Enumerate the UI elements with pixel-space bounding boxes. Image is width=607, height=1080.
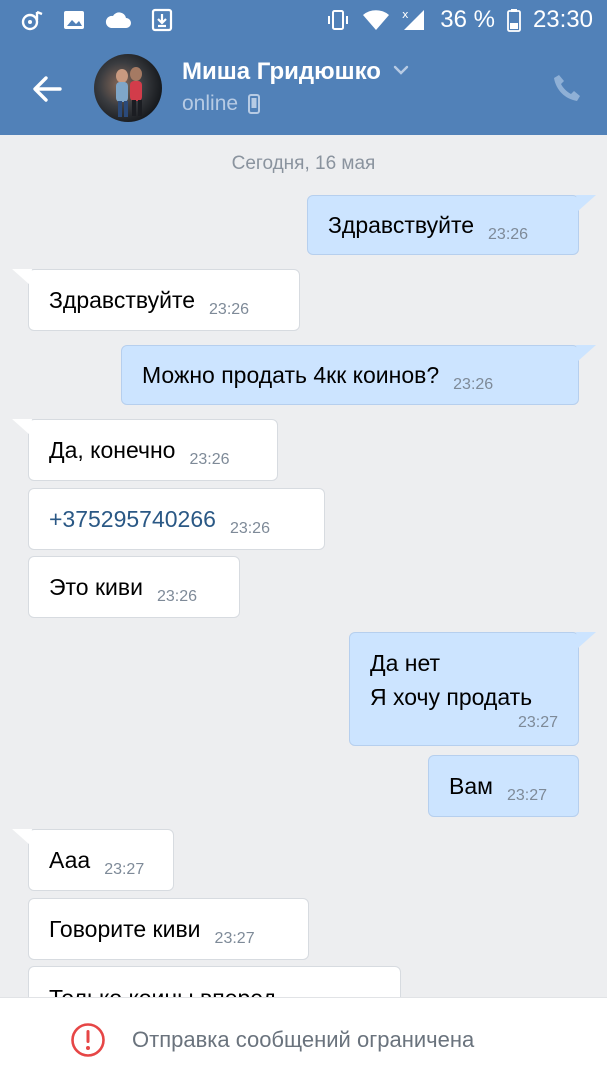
message-text: Здравствуйте: [328, 211, 475, 238]
signal-icon: x: [402, 8, 425, 30]
message-outgoing[interactable]: Здравствуйте 23:26: [307, 195, 579, 255]
message-text: Говорите киви: [49, 915, 201, 942]
download-icon: [151, 8, 173, 32]
message-time: 23:27: [104, 861, 145, 878]
messaging-restricted-notice: Отправка сообщений ограничена: [70, 1022, 474, 1058]
message-text: Вам: [449, 772, 493, 799]
bubble-tail: [576, 632, 596, 648]
presence-text: online: [182, 92, 239, 115]
image-icon: [64, 11, 84, 29]
status-bar-system: x 36 % 23:30: [326, 6, 593, 34]
phone-number-link[interactable]: +375295740266: [49, 506, 216, 533]
battery-icon: [507, 9, 521, 32]
message-text: Ааа: [49, 846, 91, 873]
message-time: 23:26: [209, 301, 250, 318]
message-outgoing[interactable]: Да нет Я хочу продать 23:27: [349, 632, 579, 746]
message-feed[interactable]: Сегодня, 16 мая Здравствуйте 23:26 Здрав…: [0, 135, 607, 997]
message-outgoing[interactable]: Вам 23:27: [428, 755, 579, 817]
avatar[interactable]: [94, 54, 162, 122]
alert-circle-icon: [71, 1023, 105, 1057]
bubble-tail: [12, 829, 32, 845]
message-time: 23:27: [517, 714, 558, 731]
top-bar: x 36 % 23:30 Миша Гридюшко online: [0, 0, 607, 135]
restriction-text: Отправка сообщений ограничена: [132, 1027, 475, 1052]
message-text: Можно продать 4кк коинов?: [142, 361, 440, 388]
cloud-icon: [105, 12, 131, 28]
svg-text:x: x: [402, 8, 409, 21]
vibrate-icon: [328, 10, 349, 30]
message-text: Только коины вперед: [49, 985, 276, 997]
message-text: Да, конечно: [49, 436, 176, 463]
wifi-icon: [363, 10, 390, 30]
bubble-tail: [12, 269, 32, 285]
chat-header: Миша Гридюшко online: [0, 42, 607, 135]
chevron-down-icon: [394, 65, 409, 75]
bottom-bar: Отправка сообщений ограничена: [0, 997, 607, 1080]
date-separator: Сегодня, 16 мая: [231, 153, 376, 174]
message-time: 23:27: [214, 930, 255, 947]
back-arrow-icon[interactable]: [30, 72, 64, 106]
avatar-photo: [116, 67, 142, 117]
message-incoming-phone-link[interactable]: +375295740266 23:26: [28, 488, 325, 550]
message-text: Это киви: [49, 573, 143, 600]
message-time: 23:27: [506, 787, 547, 804]
message-time: 23:26: [488, 226, 529, 243]
message-text: Здравствуйте: [49, 286, 196, 313]
contact-name-button[interactable]: Миша Гридюшко: [182, 58, 409, 86]
message-incoming[interactable]: Да, конечно 23:26: [28, 419, 278, 481]
status-bar-notifications: [20, 8, 174, 32]
message-time: 23:26: [453, 376, 494, 393]
message-incoming[interactable]: Только коины вперед: [28, 966, 401, 997]
battery-percent: 36 %: [440, 6, 495, 33]
music-icon: [21, 10, 43, 31]
message-incoming[interactable]: Ааа 23:27: [28, 829, 174, 891]
bubble-tail: [12, 419, 32, 435]
message-incoming[interactable]: Это киви 23:26: [28, 556, 240, 618]
mobile-icon: [248, 94, 261, 114]
status-time: 23:30: [532, 6, 593, 33]
message-time: 23:26: [156, 588, 198, 605]
presence-status: online: [182, 92, 261, 116]
message-time: 23:26: [229, 520, 270, 537]
contact-name: Миша Гридюшко: [182, 58, 381, 85]
message-incoming[interactable]: Говорите киви 23:27: [28, 898, 309, 960]
bubble-tail: [576, 195, 596, 211]
message-text-line: Да нет: [370, 650, 441, 676]
status-bar: x 36 % 23:30: [0, 0, 607, 42]
message-outgoing[interactable]: Можно продать 4кк коинов? 23:26: [121, 345, 579, 405]
message-time: 23:26: [189, 451, 230, 468]
message-incoming[interactable]: Здравствуйте 23:26: [28, 269, 300, 331]
phone-icon[interactable]: [551, 72, 583, 104]
bubble-tail: [576, 345, 596, 361]
message-text-line: Я хочу продать: [370, 684, 533, 710]
